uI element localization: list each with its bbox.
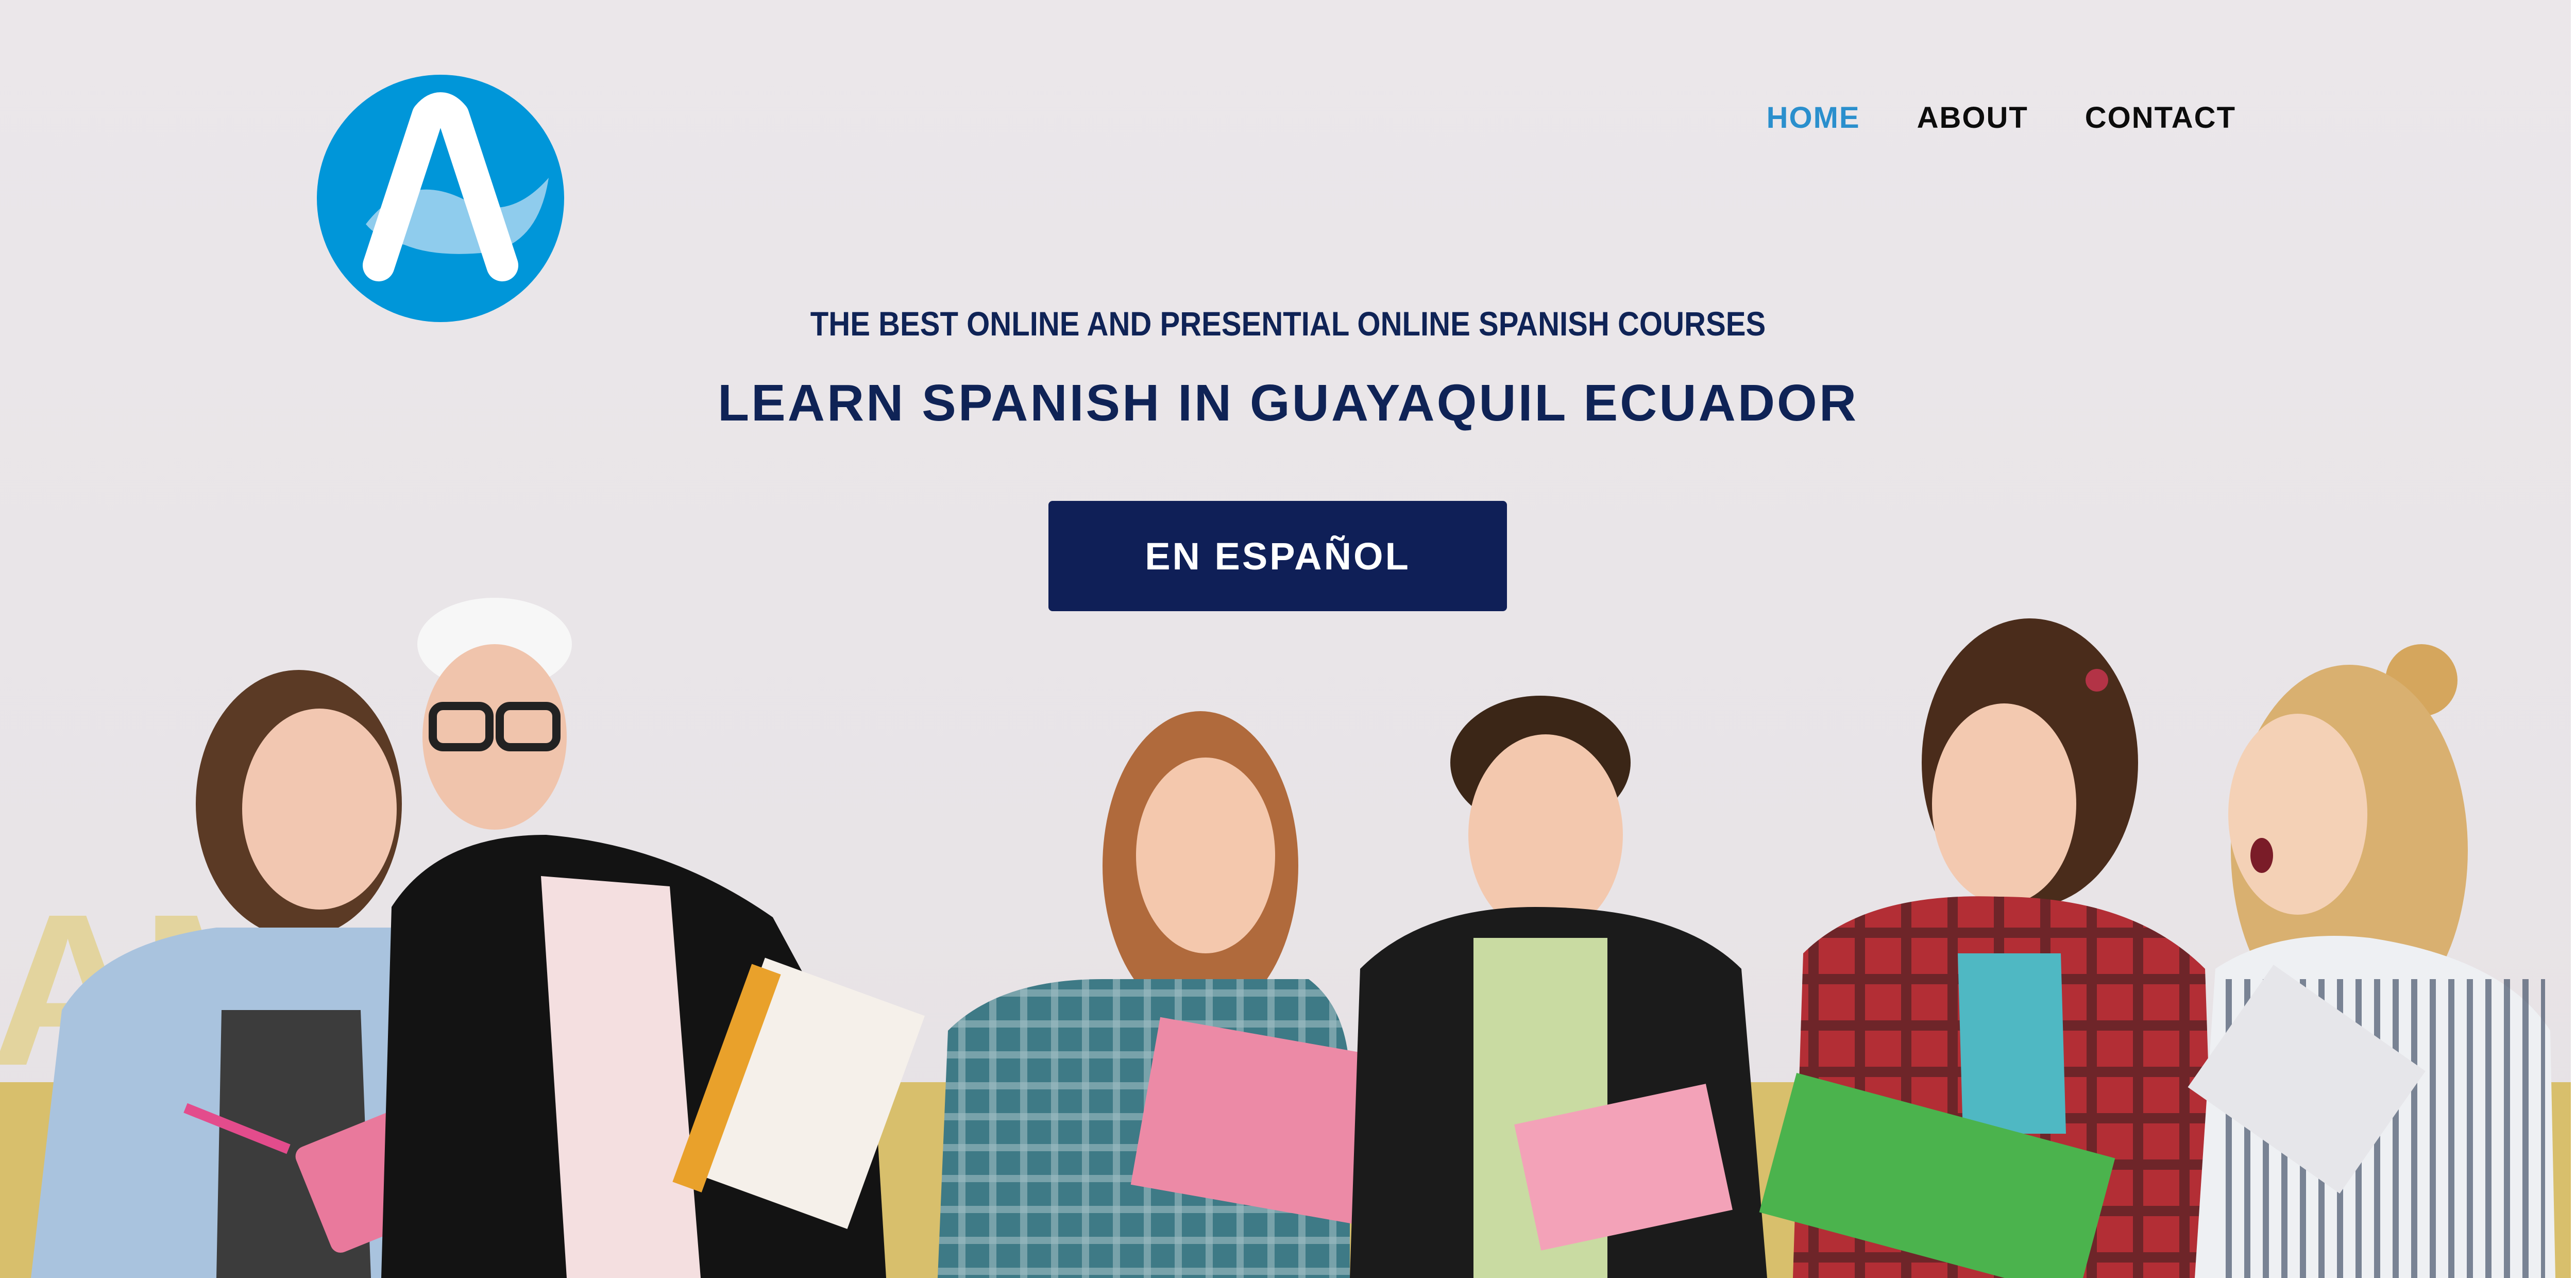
student-6 <box>2188 644 2555 1278</box>
student-4 <box>1350 696 1767 1278</box>
nav-home-link[interactable]: HOME <box>1767 100 1860 135</box>
hero-subtitle: THE BEST ONLINE AND PRESENTIAL ONLINE SP… <box>810 305 1766 343</box>
nav-about-link[interactable]: ABOUT <box>1917 100 2028 135</box>
student-5 <box>1759 618 2215 1278</box>
nav-contact-link[interactable]: CONTACT <box>2085 100 2236 135</box>
en-espanol-button[interactable]: EN ESPAÑOL <box>1048 501 1507 611</box>
hero-title: LEARN SPANISH IN GUAYAQUIL ECUADOR <box>717 374 1859 432</box>
letter-a-logo-icon[interactable] <box>317 75 564 322</box>
main-nav: HOME ABOUT CONTACT <box>1767 100 2236 135</box>
student-2 <box>381 598 925 1278</box>
page-edge <box>2571 0 2576 1278</box>
